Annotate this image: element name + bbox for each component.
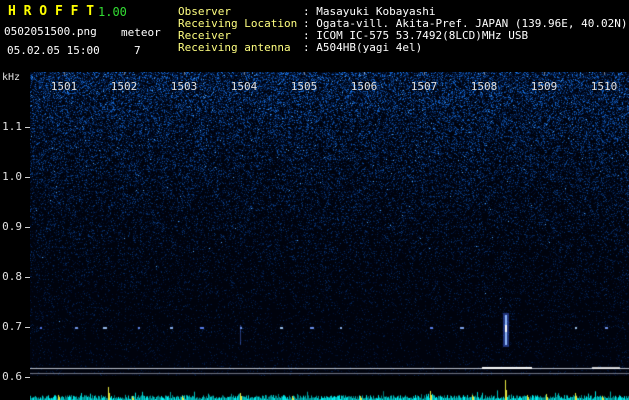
hrofft-window: H R O F F T 1.00 0502051500.png meteor 0… [0, 0, 629, 400]
freq-tick-label: 0.6 [2, 370, 22, 383]
freq-tick-label: 0.9 [2, 220, 22, 233]
info-row-antenna: Receiving antenna: A504HB(yagi 4el) [178, 42, 628, 54]
echo-count: 7 [134, 44, 141, 57]
time-tick-label: 1510 [590, 80, 618, 93]
mode-label: meteor [121, 26, 161, 39]
time-tick-label: 1504 [230, 80, 258, 93]
freq-tick-label: 1.0 [2, 170, 22, 183]
spectrogram-canvas [30, 72, 629, 376]
time-tick-label: 1501 [50, 80, 78, 93]
info-value: A504HB(yagi 4el) [316, 41, 423, 54]
freq-tick-mark [25, 127, 30, 128]
time-tick-label: 1503 [170, 80, 198, 93]
freq-tick-mark [25, 327, 30, 328]
freq-tick-label: 0.8 [2, 270, 22, 283]
freq-unit-label: kHz [2, 72, 21, 83]
freq-tick-mark [25, 277, 30, 278]
time-tick-label: 1507 [410, 80, 438, 93]
freq-tick-mark [25, 377, 30, 378]
time-tick-label: 1509 [530, 80, 558, 93]
info-separator: : [303, 41, 317, 54]
app-version: 1.00 [98, 5, 127, 19]
time-tick-label: 1508 [470, 80, 498, 93]
observation-datetime: 05.02.05 15:00 [7, 44, 100, 57]
time-tick-label: 1506 [350, 80, 378, 93]
time-tick-label: 1502 [110, 80, 138, 93]
freq-tick-label: 1.1 [2, 120, 22, 133]
info-label: Receiving antenna [178, 41, 291, 54]
amplitude-canvas [30, 377, 629, 400]
station-info: Observer: Masayuki Kobayashi Receiving L… [178, 6, 628, 54]
freq-tick-mark [25, 227, 30, 228]
freq-tick-mark [25, 177, 30, 178]
time-tick-label: 1505 [290, 80, 318, 93]
freq-tick-label: 0.7 [2, 320, 22, 333]
app-title: H R O F F T [8, 4, 95, 19]
output-filename: 0502051500.png [4, 25, 97, 38]
